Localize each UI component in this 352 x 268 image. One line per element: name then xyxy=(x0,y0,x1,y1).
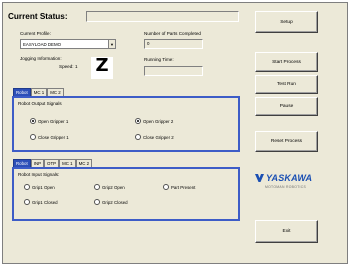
brand-name: YASKAWA xyxy=(266,173,313,183)
profile-select[interactable]: EASYLOAD DEMO ▼ xyxy=(20,39,116,49)
tab-mc1-input[interactable]: MC 1 xyxy=(59,159,76,167)
main-window: Current Status: Current Profile: EASYLOA… xyxy=(2,2,348,264)
parts-label: Number of Parts Completed xyxy=(144,31,201,36)
radio-dot xyxy=(30,118,36,124)
running-time-field xyxy=(144,66,203,76)
radio-label: Close Gripper 1 xyxy=(38,134,69,140)
tab-robot-output[interactable]: Robot xyxy=(13,88,31,96)
radio-dot xyxy=(135,134,141,140)
radio-close-gripper-2[interactable]: Close Gripper 2 xyxy=(135,134,174,140)
test-run-button[interactable]: Test Run xyxy=(255,75,318,94)
radio-dot xyxy=(24,199,30,205)
brand-subtitle: MOTOMAN ROBOTICS xyxy=(265,185,307,189)
parts-field: 0 xyxy=(144,39,203,49)
radio-label: Grip1 Closed xyxy=(32,199,58,205)
reset-process-button[interactable]: Reset Process xyxy=(255,131,318,152)
radio-grip1-open[interactable]: Grip1 Open xyxy=(24,184,55,190)
radio-dot xyxy=(135,118,141,124)
output-group-title: Robot Output Signals xyxy=(18,101,62,106)
radio-grip2-open[interactable]: Grip2 Open xyxy=(94,184,125,190)
radio-label: Close Gripper 2 xyxy=(143,134,174,140)
radio-dot xyxy=(30,134,36,140)
exit-button[interactable]: Exit xyxy=(255,220,318,243)
radio-dot xyxy=(24,184,30,190)
tab-inp[interactable]: INP xyxy=(30,159,45,167)
profile-select-value: EASYLOAD DEMO xyxy=(23,42,62,47)
radio-grip1-closed[interactable]: Grip1 Closed xyxy=(24,199,58,205)
start-process-button[interactable]: Start Process xyxy=(255,52,318,72)
radio-label: Grip1 Open xyxy=(32,184,55,190)
tab-robot-input[interactable]: Robot xyxy=(13,159,31,167)
status-field xyxy=(86,11,239,22)
radio-close-gripper-1[interactable]: Close Gripper 1 xyxy=(30,134,69,140)
yaskawa-logo: YASKAWA xyxy=(255,173,312,183)
jogging-label: Jogging Information: xyxy=(20,56,62,61)
tab-mc1-output[interactable]: MC 1 xyxy=(30,88,48,96)
tab-mc2-input[interactable]: MC 2 xyxy=(75,159,93,167)
radio-dot xyxy=(163,184,169,190)
jog-axis-indicator: Z xyxy=(91,57,113,79)
input-tab-strip: Robot INP OTP MC 1 MC 2 xyxy=(13,159,93,167)
radio-open-gripper-1[interactable]: Open Gripper 1 xyxy=(30,118,68,124)
chevron-down-icon[interactable]: ▼ xyxy=(108,40,115,48)
output-tab-strip: Robot MC 1 MC 2 xyxy=(13,88,64,96)
speed-value: 1 xyxy=(75,64,78,69)
radio-label: Grip2 Closed xyxy=(102,199,128,205)
output-signals-group: Robot Output Signals Open Gripper 1 Open… xyxy=(12,96,240,152)
status-label: Current Status: xyxy=(8,12,68,21)
radio-label: Part Present xyxy=(171,184,196,190)
setup-button[interactable]: Setup xyxy=(255,11,318,33)
radio-label: Open Gripper 2 xyxy=(143,118,174,124)
speed-label: Speed: xyxy=(59,64,74,69)
input-signals-group: Robot Input Signals: Grip1 Open Grip2 Op… xyxy=(12,167,240,221)
radio-dot xyxy=(94,184,100,190)
radio-dot xyxy=(94,199,100,205)
tab-mc2-output[interactable]: MC 2 xyxy=(47,88,64,96)
tab-otp[interactable]: OTP xyxy=(44,159,60,167)
radio-part-present[interactable]: Part Present xyxy=(163,184,195,190)
input-group-title: Robot Input Signals: xyxy=(18,172,60,177)
radio-grip2-closed[interactable]: Grip2 Closed xyxy=(94,199,128,205)
pause-button[interactable]: Pause xyxy=(255,97,318,116)
running-time-label: Running Time: xyxy=(144,57,174,62)
radio-label: Grip2 Open xyxy=(102,184,125,190)
profile-label: Current Profile: xyxy=(20,31,51,36)
yaskawa-mark-icon xyxy=(255,174,264,182)
radio-label: Open Gripper 1 xyxy=(38,118,69,124)
radio-open-gripper-2[interactable]: Open Gripper 2 xyxy=(135,118,173,124)
